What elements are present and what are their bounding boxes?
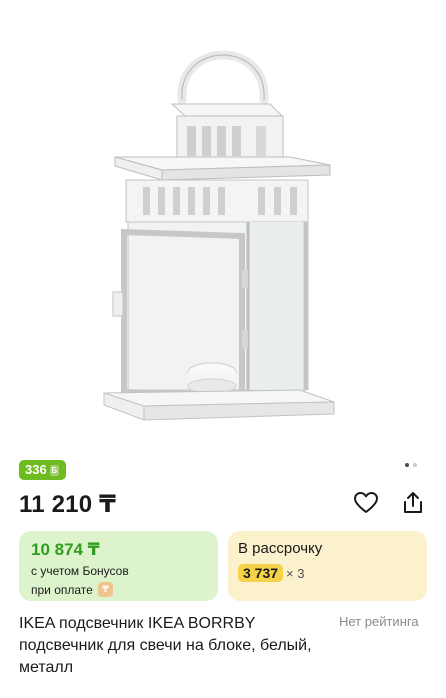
share-icon[interactable]: [400, 490, 426, 516]
bonus-points-badge: 336 Б: [19, 460, 66, 480]
bonus-icon: Б: [49, 464, 59, 476]
rating-status[interactable]: Нет рейтинга: [339, 614, 419, 629]
product-price: 11 210 ₸: [19, 491, 117, 518]
gallery-dot[interactable]: [413, 463, 417, 467]
bonus-note: с учетом Бонусов: [31, 564, 129, 578]
installment-card[interactable]: В рассрочку 3 737 × 3: [228, 531, 427, 601]
installment-title: В рассрочку: [238, 540, 323, 557]
favorite-heart-icon[interactable]: [353, 490, 379, 516]
product-image[interactable]: [0, 0, 446, 452]
installment-times: × 3: [286, 565, 305, 581]
installment-row: 3 737 × 3: [238, 564, 304, 582]
gallery-dot-active[interactable]: [405, 463, 409, 467]
installment-amount: 3 737: [238, 564, 284, 582]
bonus-price-card[interactable]: 10 874 ₸ с учетом Бонусов при оплате ₸: [19, 531, 218, 601]
lantern-image: [103, 50, 335, 421]
bonus-coin-icon: ₸: [97, 582, 113, 597]
product-title[interactable]: IKEA подсвечник IKEA BORRBY подсвечник д…: [19, 613, 319, 679]
bonus-payment-label: при оплате: [31, 582, 93, 597]
bonus-payment-note: при оплате ₸: [31, 582, 113, 597]
bonus-price: 10 874 ₸: [31, 540, 100, 559]
gallery-dots[interactable]: [405, 463, 417, 467]
bonus-points-value: 336: [25, 462, 47, 477]
